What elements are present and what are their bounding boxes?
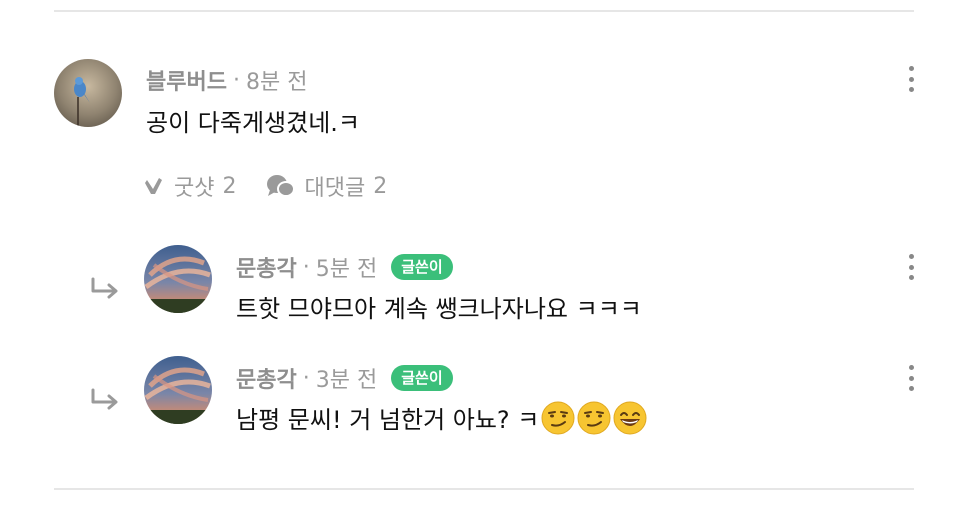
author-badge: 글쓴이	[391, 254, 453, 280]
top-divider	[54, 10, 914, 12]
like-button[interactable]: 굿샷 2	[144, 170, 236, 202]
like-label: 굿샷	[174, 176, 215, 201]
bluebird-avatar-image	[54, 59, 122, 127]
sunset-avatar-image	[144, 245, 212, 313]
more-dot-icon	[908, 87, 914, 92]
avatar[interactable]	[144, 245, 212, 313]
smirk-emoji-icon	[577, 401, 611, 434]
more-dot-icon	[908, 375, 914, 381]
bottom-divider	[54, 488, 914, 490]
meta-separator: ·	[302, 365, 310, 391]
reply-button[interactable]: 대댓글 2	[266, 170, 387, 202]
reply-text: 트핫 므야므아 계속 쌩크나자나요 ㅋㅋㅋ	[236, 295, 642, 323]
more-dot-icon	[908, 365, 914, 370]
reply-arrow-icon	[91, 388, 118, 410]
reply-text: 남평 문씨! 거 넘한거 아뇨? ㅋ	[236, 406, 540, 434]
more-dot-icon	[908, 275, 914, 280]
reply-meta: 문총각 · 5분 전 글쓴이	[236, 251, 453, 283]
reply-arrow-icon	[91, 277, 118, 299]
avatar[interactable]	[144, 356, 212, 424]
meta-separator: ·	[302, 254, 310, 280]
meta-separator: ·	[232, 67, 240, 93]
reply-time: 5분 전	[315, 257, 378, 282]
reply-time: 3분 전	[315, 368, 378, 393]
avatar[interactable]	[54, 59, 122, 127]
comment-text: 공이 다죽게생겼네.ㅋ	[146, 109, 360, 137]
like-count: 2	[222, 173, 237, 199]
speech-bubbles-icon	[267, 175, 296, 197]
comment-more-menu[interactable]	[908, 66, 914, 92]
reply-more-menu[interactable]	[908, 254, 914, 280]
reply-text-line: 남평 문씨! 거 넘한거 아뇨? ㅋ	[236, 400, 647, 435]
more-dot-icon	[908, 264, 914, 270]
smirk-emoji-icon	[541, 401, 575, 434]
reply-more-menu[interactable]	[908, 365, 914, 391]
reply-count: 2	[373, 173, 388, 199]
more-dot-icon	[908, 76, 914, 82]
author-badge: 글쓴이	[391, 365, 453, 391]
golf-swing-icon	[145, 178, 162, 194]
more-dot-icon	[908, 254, 914, 259]
comment-meta: 블루버드 · 8분 전	[146, 64, 307, 96]
reply-meta: 문총각 · 3분 전 글쓴이	[236, 362, 453, 394]
sunset-avatar-image	[144, 356, 212, 424]
reply-nickname[interactable]: 문총각	[236, 362, 297, 394]
reply-nickname[interactable]: 문총각	[236, 251, 297, 283]
comment-actions: 굿샷 2 대댓글 2	[144, 170, 387, 202]
more-dot-icon	[908, 386, 914, 391]
reply-label: 대댓글	[304, 176, 366, 201]
comment-nickname[interactable]: 블루버드	[146, 64, 227, 96]
comment-time: 8분 전	[245, 70, 308, 95]
more-dot-icon	[908, 66, 914, 71]
grin-emoji-icon	[613, 401, 647, 434]
